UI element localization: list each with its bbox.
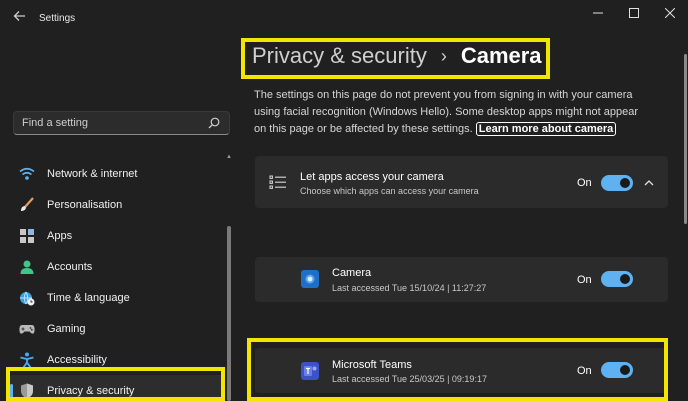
camera-access-setting[interactable]: Let apps access your camera Choose which… xyxy=(255,156,668,208)
page-description: The settings on this page do not prevent… xyxy=(254,87,650,138)
toggle-knob xyxy=(620,274,630,284)
content-scroll-thumb[interactable] xyxy=(684,54,687,224)
app-title: Settings xyxy=(39,13,76,24)
sidebar-scrollbar[interactable]: ▲ xyxy=(226,150,232,401)
sidebar-item-label: Apps xyxy=(47,229,73,242)
globe-clock-icon xyxy=(19,290,35,306)
title-bar: Settings xyxy=(0,0,688,36)
gamepad-icon xyxy=(19,321,35,337)
search-icon[interactable] xyxy=(207,116,221,130)
list-settings-icon xyxy=(269,175,286,189)
minimize-button[interactable] xyxy=(584,4,612,24)
scroll-up-icon[interactable]: ▲ xyxy=(226,154,232,160)
sidebar-item-gaming[interactable]: Gaming xyxy=(9,313,225,344)
toggle-state-label: On xyxy=(577,274,592,286)
app-last-accessed: Last accessed Tue 15/10/24 | 11:27:27 xyxy=(332,283,487,293)
sidebar-item-label: Accessibility xyxy=(47,353,107,366)
arrow-left-icon xyxy=(13,11,25,21)
sidebar-item-apps[interactable]: Apps xyxy=(9,220,225,251)
brush-icon xyxy=(19,196,35,213)
content-scrollbar[interactable] xyxy=(683,40,688,401)
sidebar-item-network[interactable]: Network & internet xyxy=(9,158,225,189)
sidebar-scroll-thumb[interactable] xyxy=(227,226,231,401)
apps-icon xyxy=(19,228,35,244)
sidebar-nav: Network & internet Personalisation Apps … xyxy=(9,158,225,401)
sidebar-item-time-language[interactable]: Time & language xyxy=(9,282,225,313)
camera-app-icon xyxy=(301,270,319,288)
back-button[interactable] xyxy=(10,8,30,28)
sidebar-item-label: Network & internet xyxy=(47,167,138,180)
close-icon xyxy=(664,7,676,19)
setting-subtitle: Choose which apps can access your camera xyxy=(300,186,479,196)
sidebar-item-accounts[interactable]: Accounts xyxy=(9,251,225,282)
sidebar-item-label: Personalisation xyxy=(47,198,123,211)
app-name: Camera xyxy=(332,267,372,279)
wifi-icon xyxy=(19,166,35,182)
setting-title: Let apps access your camera xyxy=(300,171,444,183)
search-box[interactable] xyxy=(13,111,230,135)
sidebar-item-personalisation[interactable]: Personalisation xyxy=(9,189,225,220)
toggle-state-label: On xyxy=(577,177,592,189)
search-input[interactable] xyxy=(22,115,202,131)
accessibility-icon xyxy=(19,352,35,368)
camera-access-toggle[interactable] xyxy=(601,175,633,191)
toggle-knob xyxy=(620,178,630,188)
highlight-privacy-item xyxy=(6,367,225,401)
chevron-up-icon[interactable] xyxy=(642,176,656,190)
minimize-icon xyxy=(593,12,603,14)
learn-more-link[interactable]: Learn more about camera xyxy=(475,122,617,136)
sidebar-item-label: Accounts xyxy=(47,260,93,273)
highlight-breadcrumb xyxy=(241,38,550,79)
highlight-teams-row xyxy=(247,338,668,401)
maximize-button[interactable] xyxy=(620,4,648,24)
camera-app-toggle[interactable] xyxy=(601,271,633,287)
app-row-camera: Camera Last accessed Tue 15/10/24 | 11:2… xyxy=(255,257,668,302)
maximize-icon xyxy=(629,8,639,18)
person-icon xyxy=(19,259,35,275)
close-button[interactable] xyxy=(656,4,684,24)
sidebar-item-label: Time & language xyxy=(47,291,130,304)
sidebar-item-label: Gaming xyxy=(47,322,86,335)
